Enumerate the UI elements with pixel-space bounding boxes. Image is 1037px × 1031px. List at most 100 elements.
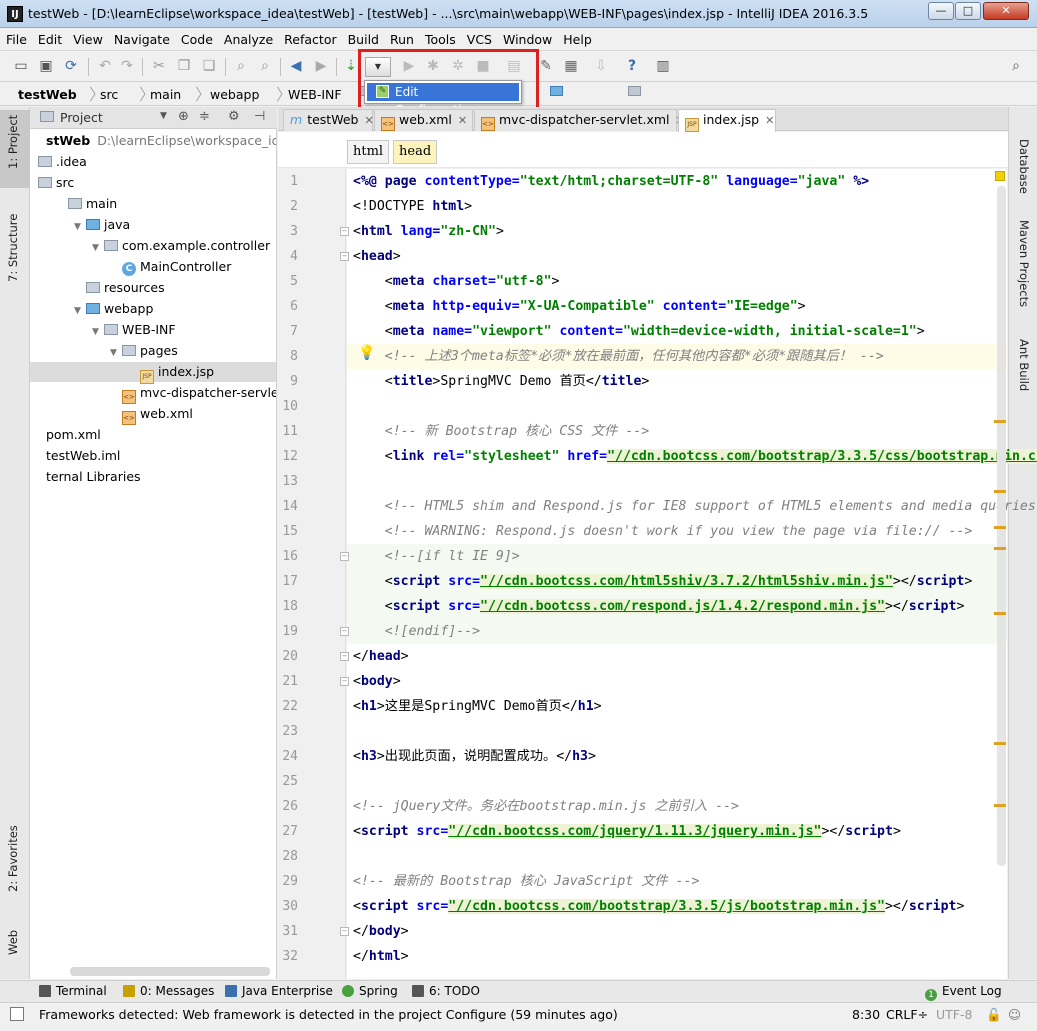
menu-window[interactable]: Window: [497, 29, 557, 47]
code-line[interactable]: <link rel="stylesheet" href="//cdn.bootc…: [353, 444, 1037, 469]
code-line[interactable]: <script src="//cdn.bootcss.com/jquery/1.…: [353, 819, 901, 844]
fold-marker-icon[interactable]: −: [340, 252, 349, 261]
close-button[interactable]: ✕: [983, 2, 1029, 20]
project-structure-icon[interactable]: ▦: [562, 57, 580, 75]
undo-icon[interactable]: ↶: [96, 57, 114, 75]
code-line[interactable]: <!-- 上述3个meta标签*必须*放在最前面，任何其他内容都*必须*跟随其后…: [353, 344, 884, 369]
code-line[interactable]: <!-- 最新的 Bootstrap 核心 JavaScript 文件 -->: [353, 869, 699, 894]
tool-spring[interactable]: Spring: [342, 983, 398, 999]
code-line[interactable]: </body>: [353, 919, 409, 944]
breadcrumb-web-inf[interactable]: WEB-INF: [288, 86, 641, 104]
tree-item[interactable]: ternal Libraries: [30, 467, 141, 487]
code-line[interactable]: <meta name="viewport" content="width=dev…: [353, 319, 925, 344]
fold-marker-icon[interactable]: −: [340, 227, 349, 236]
sdk-icon[interactable]: ⇩: [592, 57, 610, 75]
line-separator[interactable]: CRLF÷: [886, 1005, 928, 1025]
chevron-down-icon[interactable]: ▼: [92, 238, 104, 258]
editor-tab[interactable]: <> web.xml ✕: [374, 109, 473, 131]
gear-icon[interactable]: ⚙: [228, 109, 240, 124]
tree-item[interactable]: ▼ java: [30, 215, 130, 235]
tool-tab-database[interactable]: Database: [1017, 139, 1031, 194]
tree-item[interactable]: JSP index.jsp: [30, 362, 276, 384]
caret-position[interactable]: 8:30: [852, 1005, 880, 1025]
coverage-icon[interactable]: ✲: [449, 57, 467, 75]
chevron-down-icon[interactable]: ▼: [74, 217, 86, 237]
code-line[interactable]: <meta http-equiv="X-UA-Compatible" conte…: [353, 294, 806, 319]
code-line[interactable]: <head>: [353, 244, 401, 269]
warning-stripe[interactable]: [994, 547, 1006, 550]
cut-icon[interactable]: ✂: [150, 57, 168, 75]
close-tab-icon[interactable]: ✕: [765, 114, 774, 127]
code-line[interactable]: <script src="//cdn.bootcss.com/respond.j…: [353, 594, 964, 619]
tool-tab-favorites[interactable]: 2: Favorites: [6, 825, 20, 892]
fold-marker-icon[interactable]: −: [340, 927, 349, 936]
jvm-icon[interactable]: ▥: [654, 57, 672, 75]
replace-icon[interactable]: ⌕: [256, 57, 274, 75]
tag-crumb-html[interactable]: html: [347, 140, 390, 164]
menu-edit[interactable]: Edit: [32, 29, 67, 47]
maximize-button[interactable]: □: [955, 2, 981, 20]
tree-item[interactable]: ▼ com.example.controller: [30, 236, 270, 256]
tree-item[interactable]: src: [30, 173, 74, 193]
chevron-down-icon[interactable]: ▼: [110, 343, 122, 363]
project-hscrollbar[interactable]: [70, 967, 270, 976]
edit-configurations-item[interactable]: ✎Edit Configurations...: [367, 83, 519, 117]
tool-terminal[interactable]: Terminal: [39, 983, 107, 999]
menu-build[interactable]: Build: [342, 29, 384, 47]
tool-todo[interactable]: 6: TODO: [412, 983, 480, 999]
back-icon[interactable]: ◀: [287, 57, 305, 75]
intention-bulb-icon[interactable]: 💡: [358, 345, 375, 361]
make-icon[interactable]: ⇣: [342, 57, 360, 75]
menu-code[interactable]: Code: [175, 29, 218, 47]
lock-icon[interactable]: 🔓: [986, 1005, 1002, 1025]
menu-help[interactable]: Help: [557, 29, 597, 47]
tree-item[interactable]: ▼ WEB-INF: [30, 320, 176, 340]
fold-marker-icon[interactable]: −: [340, 627, 349, 636]
menu-view[interactable]: View: [67, 29, 108, 47]
code-line[interactable]: <![endif]-->: [353, 619, 480, 644]
code-line[interactable]: <!-- HTML5 shim and Respond.js for IE8 s…: [353, 494, 1037, 519]
settings-icon[interactable]: ✎: [537, 57, 555, 75]
code-link[interactable]: "//cdn.bootcss.com/respond.js/1.4.2/resp…: [480, 599, 885, 614]
run-config-combo[interactable]: ▼: [365, 57, 391, 77]
status-toggle-icon[interactable]: [10, 1007, 24, 1021]
close-tab-icon[interactable]: ✕: [364, 114, 373, 127]
warning-stripe[interactable]: [994, 420, 1006, 423]
update-icon[interactable]: ▤: [505, 57, 523, 75]
code-line[interactable]: <body>: [353, 669, 401, 694]
menu-refactor[interactable]: Refactor: [278, 29, 341, 47]
code-line[interactable]: </head>: [353, 644, 409, 669]
code-link[interactable]: "//cdn.bootcss.com/bootstrap/3.3.5/js/bo…: [448, 899, 885, 914]
tree-item[interactable]: .idea: [30, 152, 87, 172]
code-line[interactable]: <!-- WARNING: Respond.js doesn't work if…: [353, 519, 973, 544]
code-link[interactable]: "//cdn.bootcss.com/bootstrap/3.3.5/css/b…: [607, 449, 1037, 464]
breadcrumb-webapp[interactable]: webapp: [210, 86, 563, 104]
fold-marker-icon[interactable]: −: [340, 652, 349, 661]
project-view-select[interactable]: Project: [60, 110, 103, 125]
tree-item[interactable]: <> mvc-dispatcher-servlet.xml: [30, 383, 276, 404]
chevron-down-icon[interactable]: ▼: [74, 301, 86, 321]
code-line[interactable]: <script src="//cdn.bootcss.com/html5shiv…: [353, 569, 972, 594]
breadcrumb-src[interactable]: src: [100, 86, 453, 104]
tree-item[interactable]: ▼ webapp: [30, 299, 153, 319]
tool-tab-project[interactable]: 1: Project: [6, 115, 20, 169]
open-folder-icon[interactable]: ▭: [12, 57, 30, 75]
code-line[interactable]: <h1>这里是SpringMVC Demo首页</h1>: [353, 694, 602, 719]
tree-item[interactable]: main: [30, 194, 117, 214]
menu-tools[interactable]: Tools: [419, 29, 461, 47]
tool-tab-web[interactable]: Web: [6, 930, 20, 955]
tree-item[interactable]: C MainController: [30, 257, 231, 277]
fold-marker-icon[interactable]: −: [340, 677, 349, 686]
warning-stripe[interactable]: [994, 804, 1006, 807]
code-link[interactable]: "//cdn.bootcss.com/jquery/1.11.3/jquery.…: [448, 824, 822, 839]
code-link[interactable]: "//cdn.bootcss.com/html5shiv/3.7.2/html5…: [480, 574, 893, 589]
code-line[interactable]: </html>: [353, 944, 409, 969]
scroll-from-source-icon[interactable]: ⊕: [178, 109, 189, 124]
code-line[interactable]: <!-- jQuery文件。务必在bootstrap.min.js 之前引入 -…: [353, 794, 739, 819]
debug-icon[interactable]: ✱: [424, 57, 442, 75]
tag-crumb-head[interactable]: head: [393, 140, 438, 164]
file-encoding[interactable]: UTF-8: [936, 1005, 972, 1025]
code-line[interactable]: <script src="//cdn.bootcss.com/bootstrap…: [353, 894, 964, 919]
save-icon[interactable]: ▣: [37, 57, 55, 75]
tool-tab-maven[interactable]: Maven Projects: [1017, 220, 1031, 307]
